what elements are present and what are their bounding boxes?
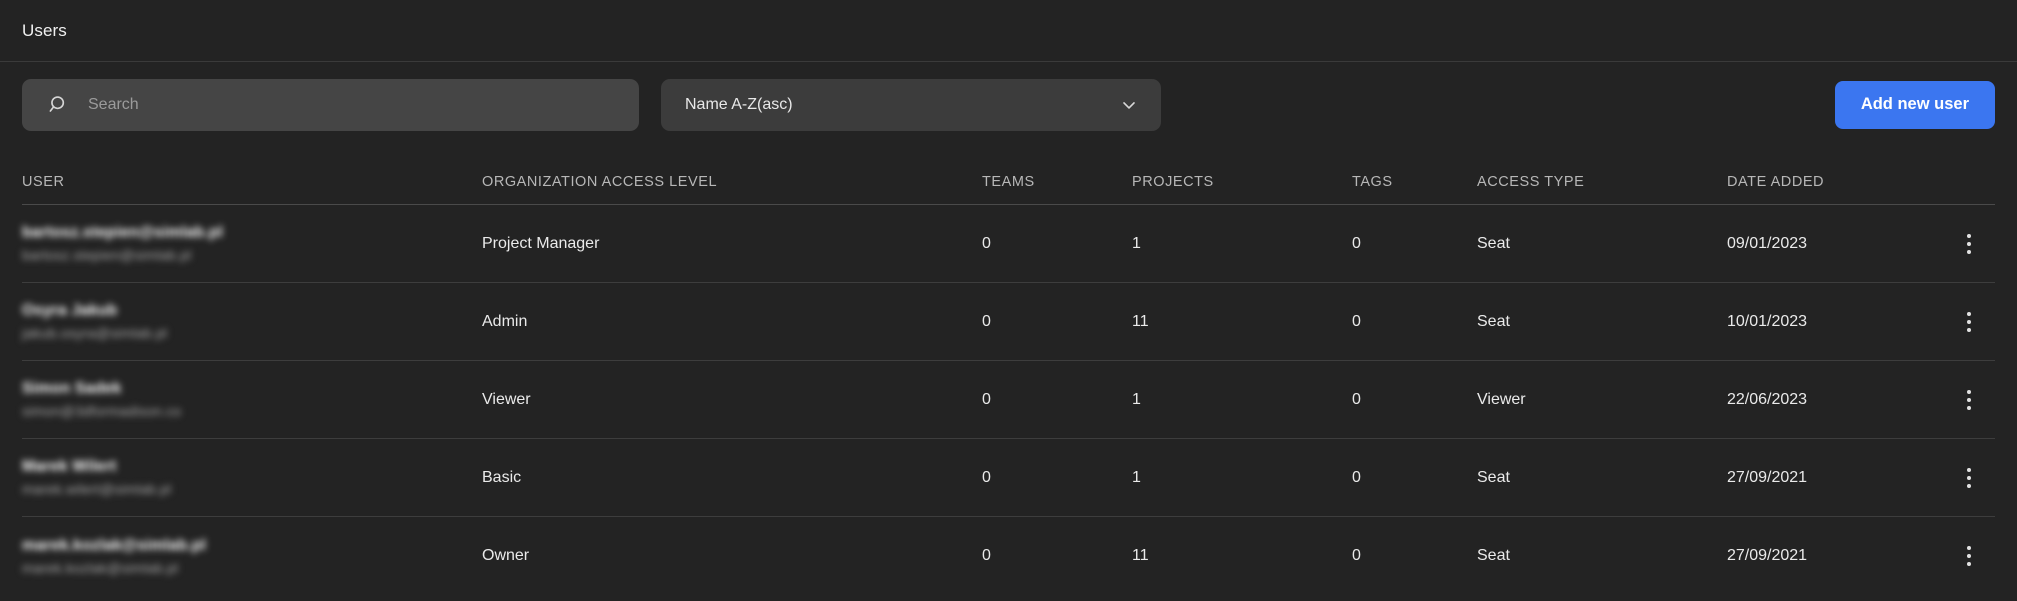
user-email: jakub.osyra@simlab.pl [22, 325, 168, 341]
cell-tags: 0 [1352, 390, 1361, 408]
table-row[interactable]: Simon Sadek simon@3dformadison.co Viewer… [22, 361, 1995, 439]
user-email: marek.kozlak@simlab.pl [22, 559, 179, 576]
kebab-menu-icon[interactable] [1954, 226, 1984, 262]
cell-date-added: 10/01/2023 [1727, 312, 1808, 330]
cell-access-level: Viewer [482, 390, 531, 408]
page-title: Users [22, 20, 67, 40]
row-actions-cell [1942, 460, 1995, 496]
table-row[interactable]: Osyra Jakub jakub.osyra@simlab.pl Admin … [22, 283, 1995, 361]
user-identity-cell: Osyra Jakub jakub.osyra@simlab.pl [22, 302, 482, 341]
user-name: bartosz.stepien@simlab.pl [22, 224, 223, 241]
row-actions-cell [1942, 226, 1995, 262]
cell-tags: 0 [1352, 312, 1361, 330]
sort-select-value: Name A-Z(asc) [685, 95, 793, 113]
user-identity-cell: Marek Wilert marek.wilert@simlab.pl [22, 458, 482, 497]
search-icon [49, 95, 65, 112]
table-header-row: USER ORGANIZATION ACCESS LEVEL TEAMS PRO… [22, 147, 1995, 205]
cell-date-added: 27/09/2021 [1727, 468, 1808, 486]
table-row[interactable]: bartosz.stepien@simlab.pl bartosz.stepie… [22, 205, 1995, 283]
toolbar: Name A-Z(asc) Add new user [0, 62, 2017, 147]
cell-teams: 0 [982, 468, 991, 486]
cell-access-type: Seat [1477, 468, 1510, 486]
kebab-menu-icon[interactable] [1954, 460, 1984, 496]
row-actions-cell [1942, 304, 1995, 340]
sort-select[interactable]: Name A-Z(asc) [661, 78, 1161, 131]
user-name: Marek Wilert [22, 458, 117, 475]
column-header-teams: TEAMS [982, 174, 1035, 190]
row-actions-cell [1942, 382, 1995, 418]
cell-date-added: 09/01/2023 [1727, 234, 1808, 252]
user-name: Osyra Jakub [22, 302, 118, 319]
search-input[interactable] [88, 78, 620, 131]
search-box[interactable] [22, 78, 639, 131]
cell-access-level: Owner [482, 547, 530, 564]
cell-projects: 1 [1132, 468, 1141, 486]
kebab-menu-icon[interactable] [1954, 304, 1984, 340]
add-new-user-button[interactable]: Add new user [1834, 80, 1995, 129]
user-email: marek.wilert@simlab.pl [22, 481, 172, 497]
cell-teams: 0 [982, 234, 991, 252]
kebab-menu-icon[interactable] [1954, 382, 1984, 418]
table-row[interactable]: marek.kozlak@simlab.pl marek.kozlak@siml… [22, 517, 1995, 595]
user-name: Simon Sadek [22, 380, 122, 397]
users-table: USER ORGANIZATION ACCESS LEVEL TEAMS PRO… [0, 147, 2017, 595]
cell-projects: 11 [1132, 312, 1149, 330]
cell-tags: 0 [1352, 547, 1361, 564]
user-identity-cell: marek.kozlak@simlab.pl marek.kozlak@siml… [22, 537, 482, 576]
column-header-access-type: ACCESS TYPE [1477, 174, 1585, 190]
cell-teams: 0 [982, 312, 991, 330]
column-header-tags: TAGS [1352, 174, 1393, 190]
cell-projects: 1 [1132, 390, 1141, 408]
cell-projects: 1 [1132, 234, 1141, 252]
cell-access-level: Basic [482, 468, 522, 486]
cell-projects: 11 [1132, 547, 1149, 564]
column-header-date-added: DATE ADDED [1727, 174, 1825, 190]
cell-tags: 0 [1352, 234, 1361, 252]
cell-tags: 0 [1352, 468, 1361, 486]
cell-access-type: Viewer [1477, 390, 1526, 408]
row-actions-cell [1942, 538, 1995, 574]
user-email: simon@3dformadison.co [22, 403, 182, 419]
cell-teams: 0 [982, 547, 991, 564]
table-row[interactable]: Marek Wilert marek.wilert@simlab.pl Basi… [22, 439, 1995, 517]
cell-date-added: 22/06/2023 [1727, 390, 1808, 408]
page-header: Users [0, 0, 2017, 62]
cell-access-level: Admin [482, 312, 528, 330]
user-name: marek.kozlak@simlab.pl [22, 536, 207, 554]
user-identity-cell: Simon Sadek simon@3dformadison.co [22, 380, 482, 419]
cell-access-type: Seat [1477, 547, 1510, 564]
cell-access-type: Seat [1477, 234, 1510, 252]
column-header-user: USER [22, 174, 65, 190]
user-identity-cell: bartosz.stepien@simlab.pl bartosz.stepie… [22, 224, 482, 263]
kebab-menu-icon[interactable] [1954, 538, 1984, 574]
cell-teams: 0 [982, 390, 991, 408]
cell-date-added: 27/09/2021 [1727, 547, 1808, 564]
user-email: bartosz.stepien@simlab.pl [22, 247, 192, 263]
cell-access-level: Project Manager [482, 234, 600, 252]
cell-access-type: Seat [1477, 312, 1510, 330]
column-header-access-level: ORGANIZATION ACCESS LEVEL [482, 174, 718, 190]
chevron-down-icon [1123, 101, 1135, 109]
column-header-projects: PROJECTS [1132, 174, 1214, 190]
